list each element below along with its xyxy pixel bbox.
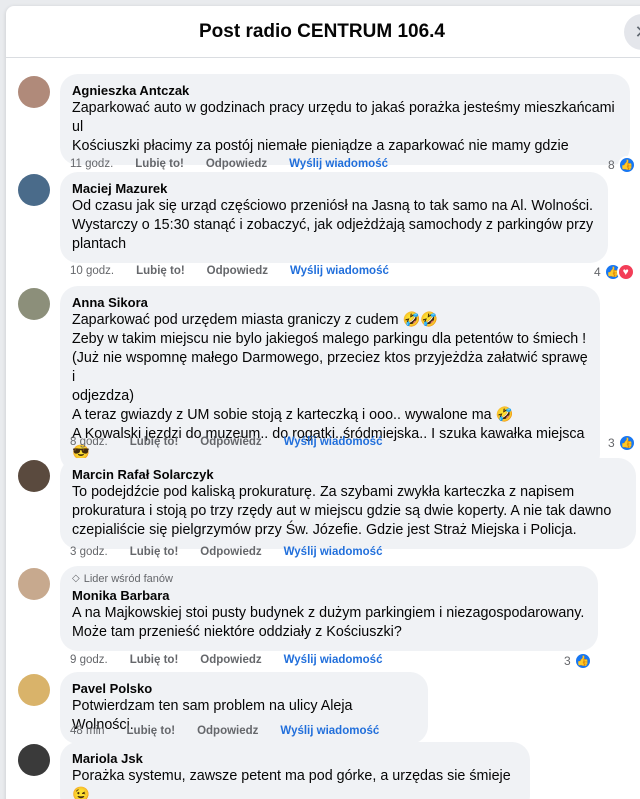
comment-text: Porażka systemu, zawsze petent ma pod gó… (72, 768, 511, 799)
comment-author[interactable]: Marcin Rafał Solarczyk (72, 466, 624, 483)
comment-time[interactable]: 10 godz. (70, 265, 114, 277)
like-icon: 👍 (617, 156, 636, 174)
avatar[interactable] (18, 288, 50, 320)
avatar[interactable] (18, 460, 50, 492)
send-message-link[interactable]: Wyślij wiadomość (280, 725, 379, 737)
reply-button[interactable]: Odpowiedz (197, 725, 258, 737)
comment-text: Zaparkować auto w godzinach pracy urzędu… (72, 100, 615, 154)
comment-author[interactable]: Agnieszka Antczak (72, 82, 618, 99)
close-icon[interactable]: ✕ (624, 14, 640, 50)
reaction-number: 8 (608, 158, 615, 172)
comment-time[interactable]: 48 min (70, 725, 105, 737)
comment-author[interactable]: Pavel Polsko (72, 680, 416, 697)
comment-bubble: ◇ Lider wśród fanów Monika Barbara A na … (60, 566, 598, 651)
dialog-header: Post radio CENTRUM 106.4 ✕ (6, 6, 640, 58)
comment-author[interactable]: Monika Barbara (72, 587, 586, 604)
send-message-link[interactable]: Wyślij wiadomość (290, 265, 389, 277)
reaction-number: 3 (564, 654, 571, 668)
avatar[interactable] (18, 568, 50, 600)
like-icon: 👍 (573, 652, 592, 670)
avatar[interactable] (18, 744, 50, 776)
avatar[interactable] (18, 76, 50, 108)
comment-time[interactable]: 8 godz. (70, 436, 108, 448)
like-icon: 👍 (617, 434, 636, 452)
send-message-link[interactable]: Wyślij wiadomość (289, 158, 388, 170)
comment-author[interactable]: Mariola Jsk (72, 750, 518, 767)
reply-button[interactable]: Odpowiedz (207, 265, 268, 277)
fan-badge: ◇ Lider wśród fanów (72, 572, 586, 586)
like-button[interactable]: Lubię to! (135, 158, 184, 170)
like-button[interactable]: Lubię to! (130, 546, 179, 558)
reply-button[interactable]: Odpowiedz (200, 654, 261, 666)
comment-actions: 8 godz. Lubię to! Odpowiedz Wyślij wiado… (70, 436, 404, 448)
comment-time[interactable]: 3 godz. (70, 546, 108, 558)
comment-text: A na Majkowskiej stoi pusty budynek z du… (72, 605, 585, 640)
reaction-number: 4 (594, 265, 601, 279)
fan-badge-label: Lider wśród fanów (83, 573, 173, 585)
reply-button[interactable]: Odpowiedz (200, 546, 261, 558)
comment-actions: 10 godz. Lubię to! Odpowiedz Wyślij wiad… (70, 265, 411, 277)
like-button[interactable]: Lubię to! (127, 725, 176, 737)
comment-actions: 48 min Lubię to! Odpowiedz Wyślij wiadom… (70, 725, 401, 737)
diamond-icon: ◇ (72, 573, 80, 584)
send-message-link[interactable]: Wyślij wiadomość (284, 546, 383, 558)
avatar[interactable] (18, 674, 50, 706)
comment-text: Od czasu jak się urząd częściowo przenió… (72, 198, 594, 252)
reaction-count[interactable]: 3 👍 (564, 652, 592, 670)
post-dialog: Post radio CENTRUM 106.4 ✕ Agnieszka Ant… (6, 6, 640, 799)
reaction-number: 3 (608, 436, 615, 450)
comment-time[interactable]: 11 godz. (70, 158, 113, 170)
comment-actions: 3 godz. Lubię to! Odpowiedz Wyślij wiado… (70, 546, 404, 558)
like-button[interactable]: Lubię to! (130, 654, 179, 666)
reply-button[interactable]: Odpowiedz (200, 436, 261, 448)
comment-bubble: Agnieszka Antczak Zaparkować auto w godz… (60, 74, 630, 165)
love-icon: ♥ (616, 263, 635, 281)
comment-bubble: Maciej Mazurek Od czasu jak się urząd cz… (60, 172, 608, 263)
reaction-count[interactable]: 4 👍 ♥ (594, 263, 635, 281)
comment-time[interactable]: 9 godz. (70, 654, 108, 666)
comment-actions: 9 godz. Lubię to! Odpowiedz Wyślij wiado… (70, 654, 404, 666)
comment-bubble: Mariola Jsk Porażka systemu, zawsze pete… (60, 742, 530, 799)
comment-text: To podejdźcie pod kaliską prokuraturę. Z… (72, 484, 612, 538)
reaction-count[interactable]: 3 👍 (608, 434, 636, 452)
reaction-count[interactable]: 8 👍 (608, 156, 636, 174)
comment-bubble: Marcin Rafał Solarczyk To podejdźcie pod… (60, 458, 636, 549)
like-button[interactable]: Lubię to! (130, 436, 179, 448)
comment-author[interactable]: Anna Sikora (72, 294, 588, 311)
like-button[interactable]: Lubię to! (136, 265, 185, 277)
comment-author[interactable]: Maciej Mazurek (72, 180, 596, 197)
send-message-link[interactable]: Wyślij wiadomość (284, 436, 383, 448)
dialog-title: Post radio CENTRUM 106.4 (199, 20, 445, 42)
avatar[interactable] (18, 174, 50, 206)
comment-actions: 11 godz. Lubię to! Odpowiedz Wyślij wiad… (70, 158, 410, 170)
send-message-link[interactable]: Wyślij wiadomość (284, 654, 383, 666)
reply-button[interactable]: Odpowiedz (206, 158, 267, 170)
